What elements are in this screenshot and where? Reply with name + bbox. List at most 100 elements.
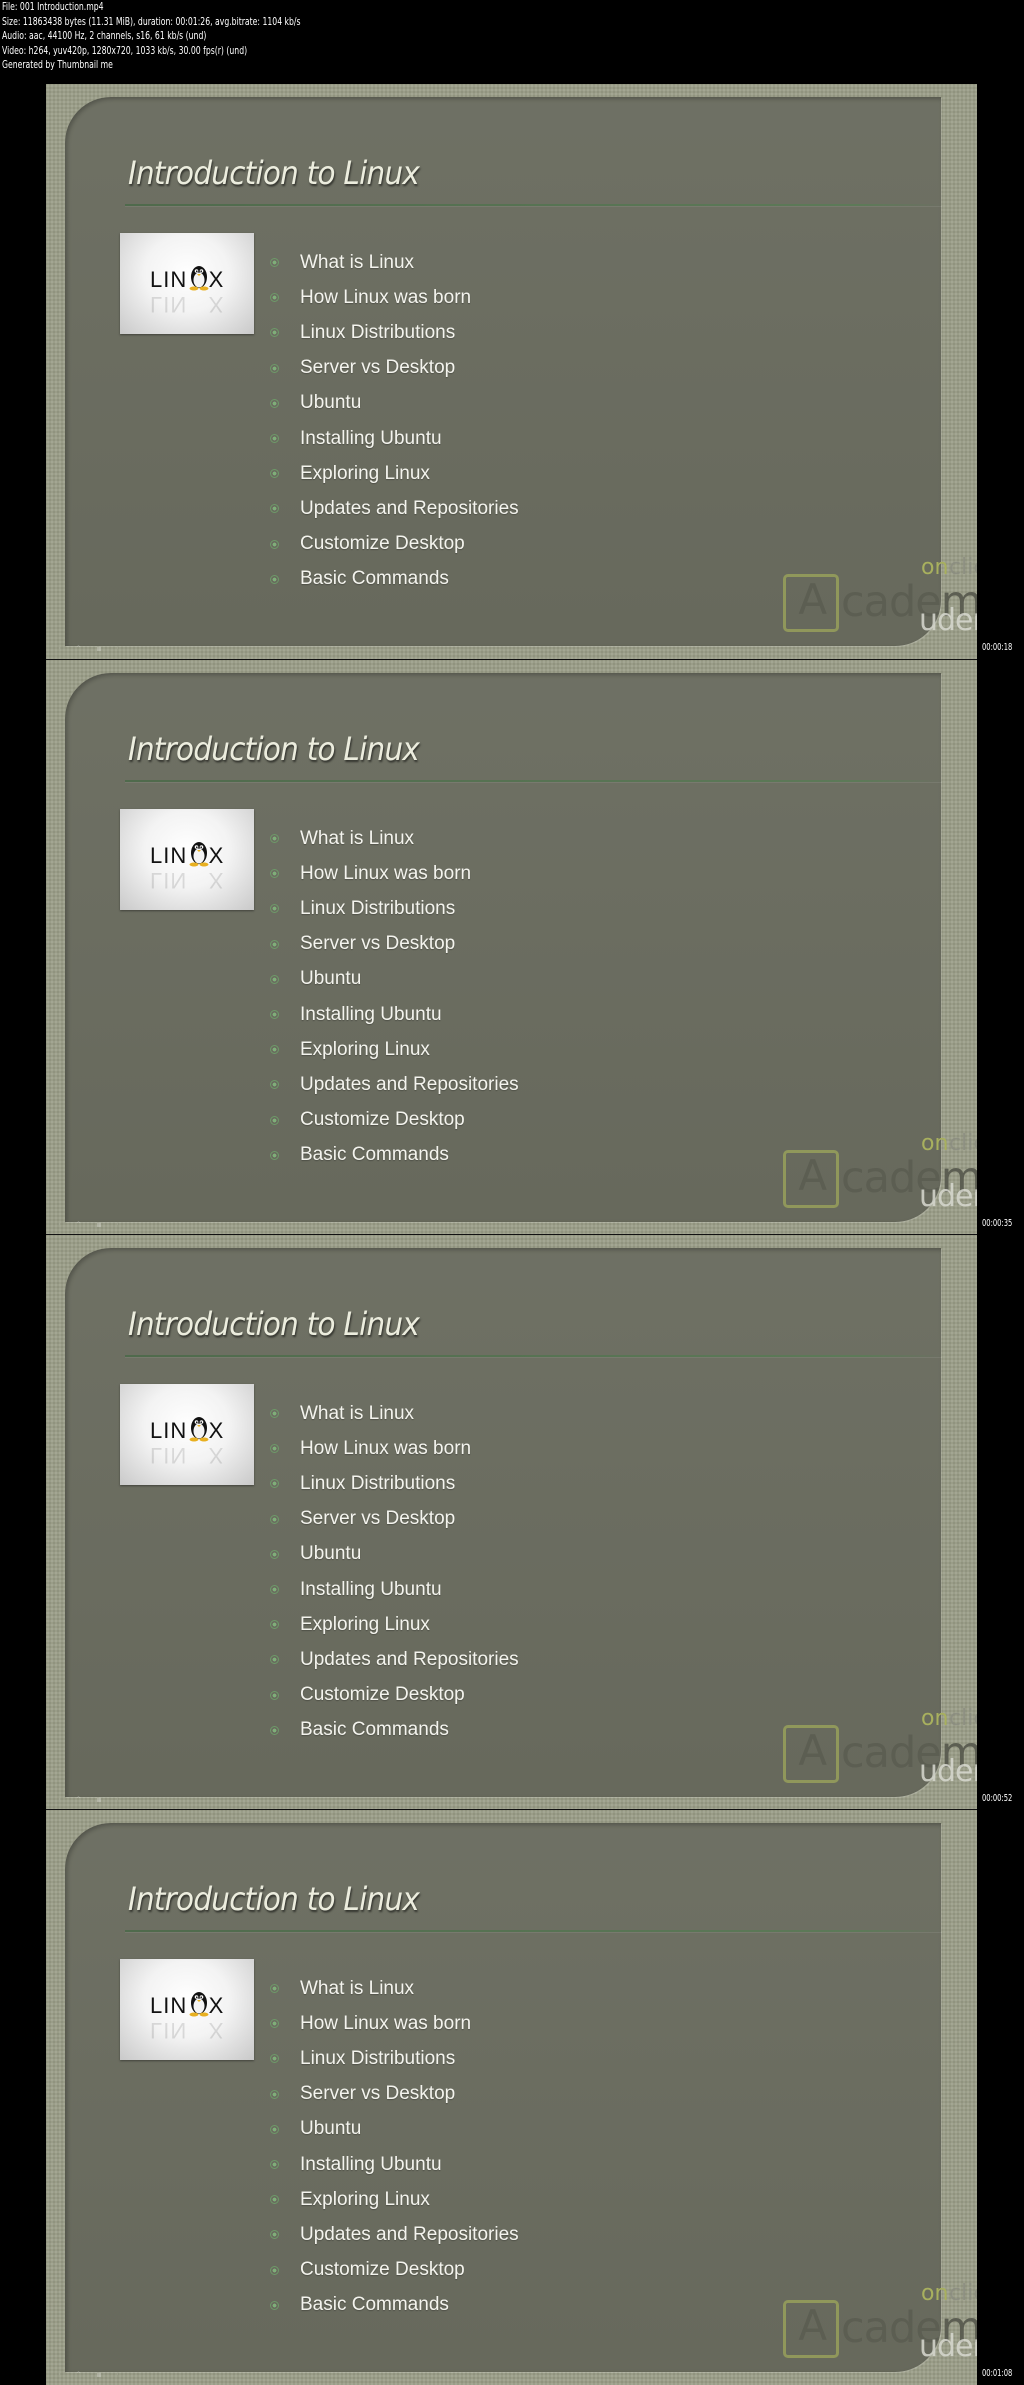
bullet-icon xyxy=(270,328,279,338)
faint-corner-marks: · ⌃ ▪ · xyxy=(58,1795,125,1804)
topic-item: Exploring Linux xyxy=(265,1607,519,1642)
bullet-icon xyxy=(270,1690,279,1700)
bullet-icon xyxy=(270,469,279,479)
topic-label: Server vs Desktop xyxy=(300,933,456,955)
onclick-click-text: click xyxy=(949,1706,977,1731)
frame-timestamp: 00:00:52 xyxy=(982,1793,1013,1804)
metadata-generator: Generated by Thumbnail me xyxy=(2,58,113,72)
frame-timestamp: 00:01:08 xyxy=(982,2368,1013,2379)
topic-label: Linux Distributions xyxy=(300,897,456,919)
topic-label: Basic Commands xyxy=(300,568,449,590)
topic-label: Linux Distributions xyxy=(300,2047,456,2069)
bullet-icon xyxy=(270,1655,279,1665)
bullet-icon xyxy=(270,1620,279,1630)
slide-panel: Introduction to Linux LIN X LIN X What i… xyxy=(65,97,977,646)
bullet-icon xyxy=(270,1045,279,1055)
topic-label: Customize Desktop xyxy=(300,2259,465,2281)
frame-separator xyxy=(46,1809,977,1810)
bullet-icon xyxy=(270,2265,279,2275)
linux-logo-image: LIN X LIN X xyxy=(120,1959,254,2060)
topic-item: Server vs Desktop xyxy=(265,927,519,962)
topic-item: Basic Commands xyxy=(265,2288,519,2323)
topic-label: What is Linux xyxy=(300,1977,415,1999)
topic-item: Ubuntu xyxy=(265,2112,519,2147)
topic-label: Updates and Repositories xyxy=(300,2223,519,2245)
bullet-icon xyxy=(270,1010,279,1020)
topic-item: How Linux was born xyxy=(265,2006,519,2041)
bullet-icon xyxy=(270,2019,279,2029)
academy-a-letter: A xyxy=(785,1726,828,1775)
slide-title: Introduction to Linux xyxy=(128,154,420,192)
bullet-icon xyxy=(270,504,279,514)
topic-item: How Linux was born xyxy=(265,856,519,891)
bullet-icon xyxy=(270,974,279,984)
bullet-icon xyxy=(270,1549,279,1559)
onclick-on-text: on xyxy=(921,2281,949,2306)
topic-label: How Linux was born xyxy=(300,1437,472,1459)
topic-item: Linux Distributions xyxy=(265,1466,519,1501)
video-frame-4: Introduction to Linux LIN X LIN X What i… xyxy=(46,1810,977,2385)
bullet-icon xyxy=(270,939,279,949)
topic-item: Customize Desktop xyxy=(265,1678,519,1713)
faint-corner-marks: · ⌃ ▪ · xyxy=(58,644,125,653)
bullet-icon xyxy=(270,539,279,549)
logo-reflection: LIN X xyxy=(150,868,225,893)
faint-corner-marks: · ⌃ ▪ · xyxy=(58,1220,125,1229)
metadata-audio: Audio: aac, 44100 Hz, 2 channels, s16, 6… xyxy=(2,29,207,43)
title-divider xyxy=(125,1355,942,1357)
bullet-icon xyxy=(270,293,279,303)
topic-label: Basic Commands xyxy=(300,2294,449,2316)
logo-reflection: LIN X xyxy=(150,1443,225,1468)
frame-timestamp: 00:00:35 xyxy=(982,1218,1013,1229)
topic-item: Basic Commands xyxy=(265,1138,519,1173)
topic-list: What is Linux How Linux was born Linux Dis… xyxy=(265,1971,519,2323)
metadata-video: Video: h264, yuv420p, 1280x720, 1033 kb/… xyxy=(2,43,248,57)
topic-item: Basic Commands xyxy=(265,1713,519,1748)
bullet-icon xyxy=(270,2160,279,2170)
onclick-click-text: click xyxy=(949,1131,977,1156)
bullet-icon xyxy=(270,258,279,268)
topic-label: Exploring Linux xyxy=(300,1613,430,1635)
bullet-icon xyxy=(270,2300,279,2310)
onclick-click-text: click xyxy=(949,555,977,580)
tux-penguin-icon xyxy=(189,842,209,867)
topic-label: Installing Ubuntu xyxy=(300,1003,442,1025)
topic-label: Server vs Desktop xyxy=(300,2083,456,2105)
topic-item: Server vs Desktop xyxy=(265,2077,519,2112)
topic-label: Server vs Desktop xyxy=(300,357,456,379)
topic-item: Customize Desktop xyxy=(265,2253,519,2288)
bullet-icon xyxy=(270,434,279,444)
topic-list: What is Linux How Linux was born Linux Dis… xyxy=(265,245,519,597)
topic-item: How Linux was born xyxy=(265,1431,519,1466)
bullet-icon xyxy=(270,869,279,879)
title-divider xyxy=(125,780,942,782)
udemy-text: udemy xyxy=(919,1179,977,1214)
udemy-text: udemy xyxy=(919,1754,977,1789)
slide-panel: Introduction to Linux LIN X LIN X What i… xyxy=(65,1248,977,1797)
title-divider xyxy=(125,1930,942,1932)
topic-item: What is Linux xyxy=(265,245,519,280)
topic-label: Linux Distributions xyxy=(300,321,456,343)
topic-item: Installing Ubuntu xyxy=(265,997,519,1032)
bullet-icon xyxy=(270,1115,279,1125)
bullet-icon xyxy=(270,834,279,844)
topic-label: How Linux was born xyxy=(300,2012,472,2034)
topic-label: Exploring Linux xyxy=(300,2188,430,2210)
topic-label: Installing Ubuntu xyxy=(300,427,442,449)
linux-logo-image: LIN X LIN X xyxy=(120,233,254,334)
bullet-icon xyxy=(270,1725,279,1735)
bullet-icon xyxy=(270,1479,279,1489)
linux-logo-image: LIN X LIN X xyxy=(120,809,254,910)
slide-title: Introduction to Linux xyxy=(128,1305,420,1343)
slide-panel: Introduction to Linux LIN X LIN X What i… xyxy=(65,673,977,1222)
video-frame-1: Introduction to Linux LIN X LIN X What i… xyxy=(46,84,977,659)
bullet-icon xyxy=(270,1514,279,1524)
topic-list: What is Linux How Linux was born Linux Dis… xyxy=(265,1396,519,1748)
tux-penguin-icon xyxy=(189,266,209,291)
video-metadata: File: 001 Introduction.mp4 Size: 1186343… xyxy=(2,0,301,73)
udemy-text: udemy xyxy=(919,2329,977,2364)
topic-label: Updates and Repositories xyxy=(300,1648,519,1670)
bullet-icon xyxy=(270,2195,279,2205)
topic-label: What is Linux xyxy=(300,251,415,273)
topic-label: Ubuntu xyxy=(300,2118,362,2140)
